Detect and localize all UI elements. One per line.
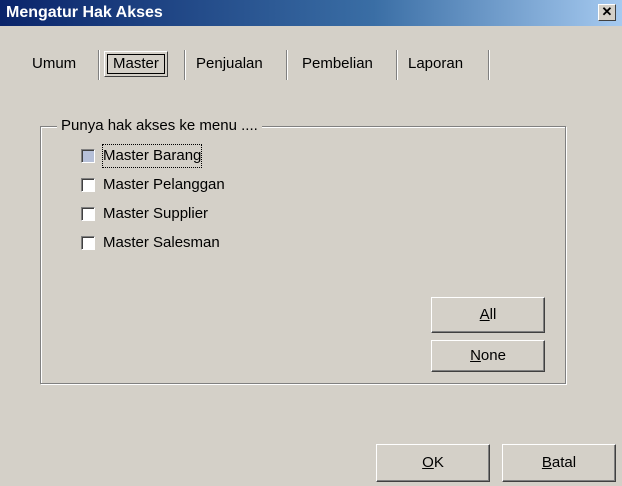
menu-access-group: Punya hak akses ke menu .... Master Bara… [40,117,566,384]
tab-separator [286,50,288,80]
group-legend: Punya hak akses ke menu .... [57,117,262,135]
tab-separator [488,50,490,80]
tab-master[interactable]: Master [104,48,168,80]
tab-label: Laporan [408,55,464,72]
mnemonic: N [470,347,481,364]
checkbox-label: Master Barang [101,144,203,168]
tab-umum[interactable]: Umum [32,48,76,80]
select-none-button[interactable]: None [431,340,545,372]
close-button[interactable]: ✕ [598,4,616,21]
tab-label: Penjualan [196,55,263,72]
close-icon: ✕ [601,4,613,19]
tab-pembelian[interactable]: Pembelian [302,48,373,80]
checkbox-box[interactable] [81,178,95,192]
mnemonic: B [541,454,552,471]
button-label: ll [489,306,497,323]
checkbox-box[interactable] [81,149,95,163]
tab-label: Umum [32,55,77,72]
button-label: atal [551,454,577,471]
title-bar: Mengatur Hak Akses ✕ [0,0,622,26]
mnemonic: O [422,454,434,471]
button-label: K [433,454,444,471]
tab-separator [396,50,398,80]
select-all-button[interactable]: All [431,297,545,333]
window-title: Mengatur Hak Akses [6,4,163,21]
tab-label: Master [113,55,159,72]
tab-penjualan[interactable]: Penjualan [196,48,263,80]
checkbox-label: Master Pelanggan [103,176,225,193]
tab-separator [184,50,186,80]
mnemonic: A [479,306,490,323]
ok-button[interactable]: OK [376,444,490,482]
tab-separator [98,50,100,80]
tab-laporan[interactable]: Laporan [408,48,463,80]
button-label: one [480,347,506,364]
checkbox-label: Master Salesman [103,234,220,251]
tab-label: Pembelian [302,55,373,72]
checkbox-label: Master Supplier [103,205,209,222]
checkbox-box[interactable] [81,236,95,250]
cancel-button[interactable]: Batal [502,444,616,482]
checkbox-box[interactable] [81,207,95,221]
